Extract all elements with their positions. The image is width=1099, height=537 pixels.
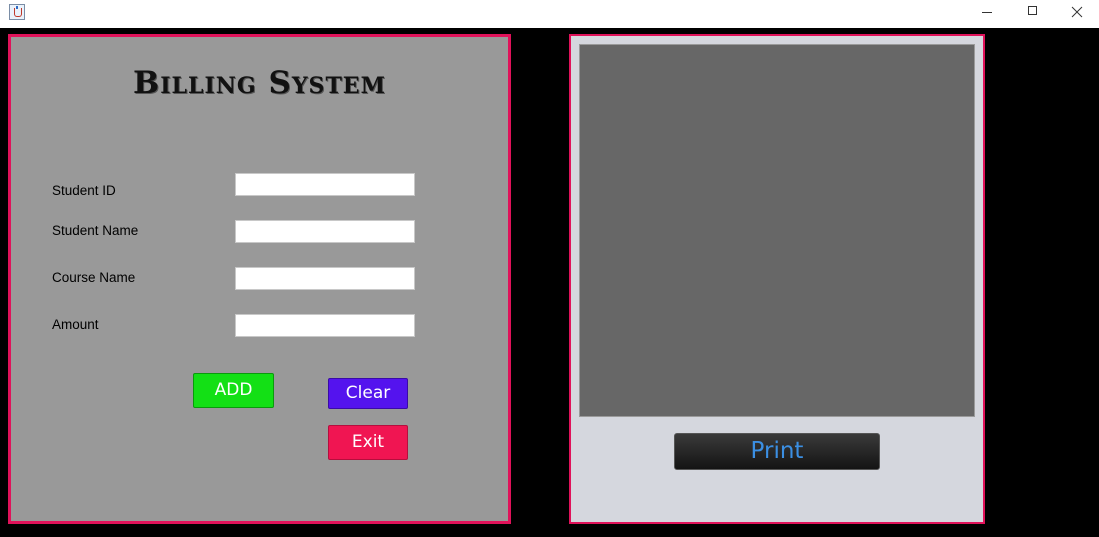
course-name-label: Course Name	[52, 270, 136, 285]
student-name-input[interactable]	[235, 220, 415, 243]
maximize-button[interactable]	[1010, 0, 1056, 28]
student-name-label: Student Name	[52, 223, 139, 238]
course-name-input[interactable]	[235, 267, 415, 290]
amount-input[interactable]	[235, 314, 415, 337]
close-window-button[interactable]	[1054, 0, 1099, 28]
amount-label: Amount	[52, 317, 99, 332]
java-cup-icon	[9, 4, 25, 20]
window-titlebar	[0, 0, 1099, 28]
add-button[interactable]: ADD	[193, 373, 274, 408]
print-button[interactable]: Print	[674, 433, 880, 470]
student-id-input[interactable]	[235, 173, 415, 196]
clear-button[interactable]: Clear	[328, 378, 408, 409]
exit-button[interactable]: Exit	[328, 425, 408, 460]
close-icon	[1071, 6, 1083, 18]
student-id-label: Student ID	[52, 183, 116, 198]
receipt-preview-area[interactable]	[579, 44, 975, 417]
page-title: Billing System	[133, 65, 386, 101]
receipt-panel: Print	[569, 34, 985, 524]
minimize-button[interactable]	[964, 0, 1010, 28]
billing-form-panel: Billing System Student ID Student Name C…	[8, 34, 511, 524]
